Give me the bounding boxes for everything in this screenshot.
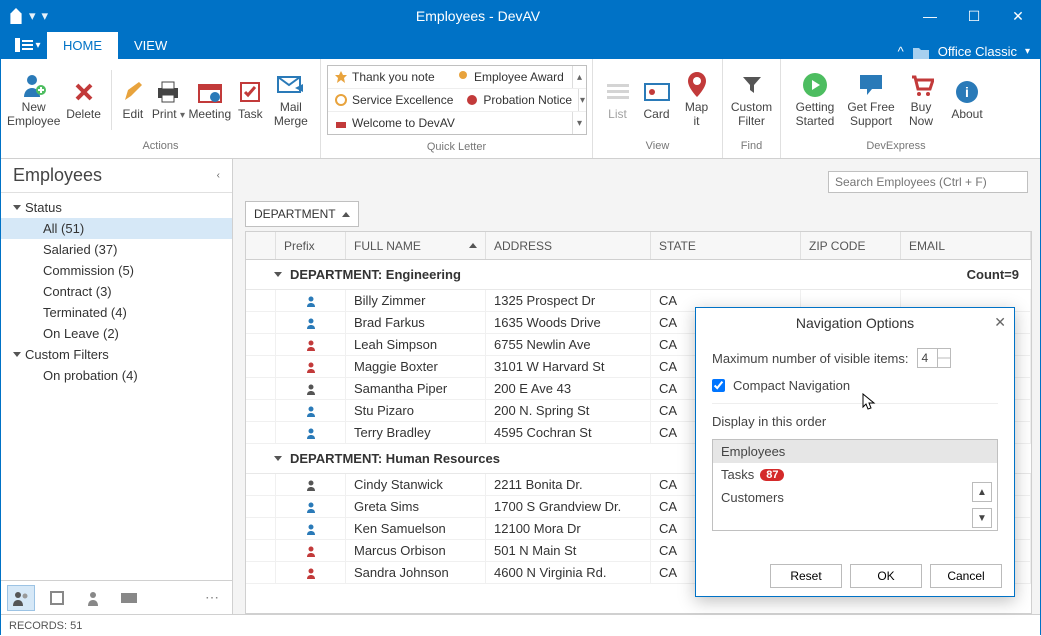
close-button[interactable]: ✕: [996, 1, 1040, 31]
max-items-spinner[interactable]: 4: [917, 348, 951, 368]
sidebar-group[interactable]: Custom Filters: [1, 344, 232, 365]
status-bar: RECORDS: 51: [1, 614, 1040, 636]
nav-customers-icon[interactable]: [79, 585, 107, 611]
nav-employees-icon[interactable]: [7, 585, 35, 611]
group-by-chip[interactable]: DEPARTMENT: [245, 201, 359, 227]
order-list[interactable]: EmployeesTasks87Customers: [712, 439, 998, 531]
task-button[interactable]: Task: [233, 64, 268, 136]
max-items-label: Maximum number of visible items:: [712, 351, 909, 366]
order-label: Display in this order: [712, 414, 998, 429]
move-down-button[interactable]: ▼: [972, 508, 992, 528]
collapse-ribbon-icon[interactable]: ^: [898, 44, 904, 59]
move-up-button[interactable]: ▲: [972, 482, 992, 502]
window-title: Employees - DevAV: [48, 8, 908, 24]
sidebar-title: Employees: [13, 165, 102, 186]
group-label-quick-letter: Quick Letter: [321, 141, 592, 158]
col-email[interactable]: EMAIL: [901, 232, 1031, 259]
qat-save-icon[interactable]: ▾: [29, 8, 36, 24]
file-menu-button[interactable]: ▾: [9, 31, 47, 59]
tab-view[interactable]: VIEW: [118, 32, 183, 59]
ribbon-tabstrip: ▾ HOME VIEW ^ Office Classic ▾: [1, 31, 1040, 59]
sidebar-collapse-icon[interactable]: ‹: [217, 170, 220, 181]
chevron-down-icon[interactable]: ▾: [1025, 46, 1030, 57]
group-label-view: View: [593, 140, 722, 158]
sidebar-item[interactable]: Salaried (37): [1, 239, 232, 260]
dialog-title: Navigation Options: [796, 315, 914, 331]
group-label-actions: Actions: [1, 140, 320, 158]
group-label-find: Find: [723, 140, 780, 158]
tab-home[interactable]: HOME: [47, 32, 118, 59]
compact-nav-checkbox[interactable]: [712, 379, 725, 392]
ok-button[interactable]: OK: [850, 564, 922, 588]
qat-customize-icon[interactable]: ▾: [42, 8, 49, 24]
sidebar: Employees ‹ StatusAll (51)Salaried (37)C…: [1, 159, 233, 614]
new-employee-button[interactable]: New Employee: [7, 64, 60, 136]
sidebar-item[interactable]: On Leave (2): [1, 323, 232, 344]
sidebar-item[interactable]: Commission (5): [1, 260, 232, 281]
mail-merge-button[interactable]: Mail Merge: [268, 64, 314, 136]
theme-selector[interactable]: Office Classic: [938, 44, 1017, 59]
dialog-close-button[interactable]: ✕: [994, 314, 1006, 331]
nav-more-icon[interactable]: [115, 585, 143, 611]
col-address[interactable]: ADDRESS: [486, 232, 651, 259]
getting-started-button[interactable]: Getting Started: [787, 64, 843, 136]
folder-icon: [912, 45, 930, 59]
titlebar: ▾ ▾ Employees - DevAV — ☐ ✕: [1, 1, 1040, 31]
app-icon: [9, 8, 23, 24]
map-view-button[interactable]: Map it: [677, 64, 716, 136]
compact-nav-label: Compact Navigation: [733, 378, 850, 393]
nav-options-icon[interactable]: ⋯: [198, 585, 226, 611]
col-full-name[interactable]: FULL NAME: [346, 232, 486, 259]
list-view-button[interactable]: List: [599, 64, 636, 136]
sidebar-item[interactable]: Contract (3): [1, 281, 232, 302]
quick-letter-gallery[interactable]: Thank you note Employee Award ▴ Service …: [327, 65, 587, 135]
maximize-button[interactable]: ☐: [952, 1, 996, 31]
buy-now-button[interactable]: Buy Now: [899, 64, 943, 136]
custom-filter-button[interactable]: Custom Filter: [729, 64, 774, 136]
ribbon: New Employee Delete Edit Print ▾ Meeting…: [1, 59, 1040, 159]
card-view-button[interactable]: Card: [636, 64, 677, 136]
order-list-item[interactable]: Tasks87: [713, 463, 997, 486]
search-input[interactable]: [828, 171, 1028, 193]
col-state[interactable]: STATE: [651, 232, 801, 259]
nav-tasks-icon[interactable]: [43, 585, 71, 611]
sidebar-item[interactable]: Terminated (4): [1, 302, 232, 323]
edit-button[interactable]: Edit: [116, 64, 151, 136]
sidebar-item[interactable]: All (51): [1, 218, 232, 239]
svg-text:i: i: [965, 84, 969, 100]
about-button[interactable]: iAbout: [943, 64, 991, 136]
col-prefix[interactable]: Prefix: [276, 232, 346, 259]
navigation-options-dialog: Navigation Options ✕ Maximum number of v…: [695, 307, 1015, 597]
record-count: RECORDS: 51: [9, 620, 82, 632]
get-support-button[interactable]: Get Free Support: [843, 64, 899, 136]
print-button[interactable]: Print ▾: [150, 64, 186, 136]
order-list-item[interactable]: Customers: [713, 486, 997, 509]
meeting-button[interactable]: Meeting: [187, 64, 233, 136]
sidebar-item[interactable]: On probation (4): [1, 365, 232, 386]
col-zip[interactable]: ZIP CODE: [801, 232, 901, 259]
reset-button[interactable]: Reset: [770, 564, 842, 588]
group-label-devexpress: DevExpress: [781, 140, 1011, 158]
delete-button[interactable]: Delete: [60, 64, 106, 136]
group-row[interactable]: DEPARTMENT: EngineeringCount=9: [246, 260, 1031, 290]
sidebar-group[interactable]: Status: [1, 197, 232, 218]
cancel-button[interactable]: Cancel: [930, 564, 1002, 588]
order-list-item[interactable]: Employees: [713, 440, 997, 463]
minimize-button[interactable]: —: [908, 1, 952, 31]
